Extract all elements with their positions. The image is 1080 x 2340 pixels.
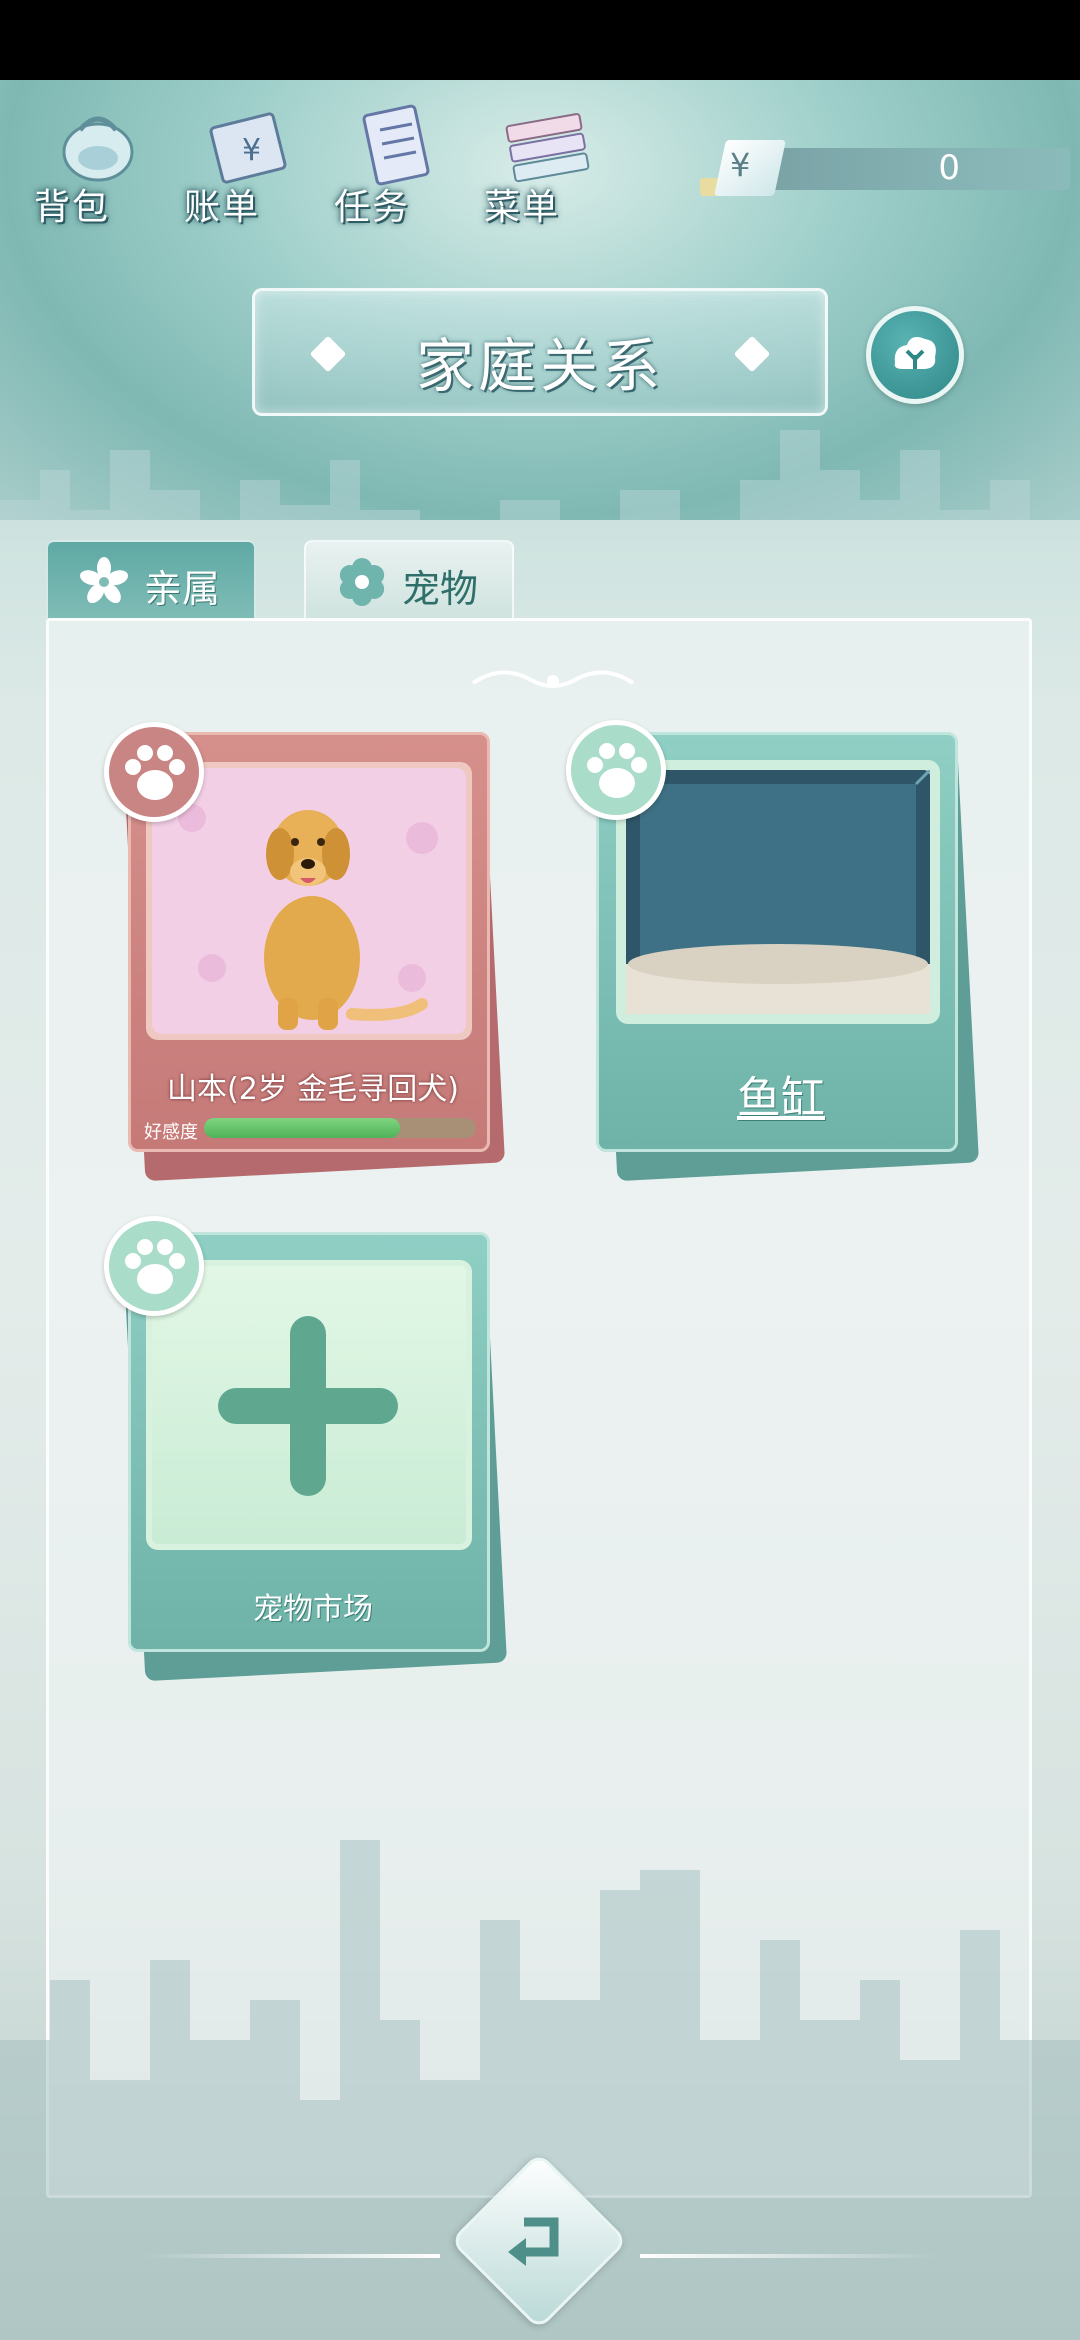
paw-icon [125, 1239, 185, 1294]
page-title: 家庭关系 [415, 332, 664, 400]
city-skyline-top [0, 430, 1080, 520]
menu-label: 菜单 [484, 187, 561, 228]
tab-relatives-label: 亲属 [144, 567, 221, 611]
menu-button[interactable]: 菜单 [470, 90, 610, 240]
return-arrow-icon [508, 2217, 559, 2266]
bill-icon: ¥ [209, 112, 287, 184]
golden-retriever-image [152, 768, 466, 1034]
task-button[interactable]: 任务 [320, 90, 460, 240]
currency-bar [770, 148, 1070, 190]
tab-pets-label: 宠物 [402, 567, 479, 611]
paw-badge [566, 720, 666, 820]
pet-card-dog[interactable]: 山本(2岁 金毛寻回犬) 好感度 [104, 722, 506, 1182]
fish-tank-frame [616, 760, 940, 1024]
task-label: 任务 [334, 187, 411, 228]
fish-tank-label: 鱼缸 [737, 1073, 825, 1124]
tab-relatives[interactable]: 亲属 [46, 540, 256, 618]
favor-bar [204, 1118, 476, 1138]
status-bar [0, 0, 1080, 80]
currency-value: 0 [938, 148, 960, 188]
tab-pets[interactable]: 宠物 [304, 540, 514, 618]
menu-icon [505, 113, 590, 183]
decorative-line-right [640, 2254, 940, 2258]
backpack-button[interactable]: 背包 [20, 90, 160, 240]
bill-label: 账单 [184, 187, 261, 228]
pet-card-fish-tank[interactable]: 鱼缸 [566, 720, 980, 1182]
backpack-label: 背包 [34, 187, 111, 228]
page-title-box: 家庭关系 [252, 288, 828, 416]
yen-icon: ¥ [730, 146, 751, 184]
sakura-icon [80, 557, 128, 604]
pet-name: 山本(2岁 金毛寻回犬) [166, 1072, 460, 1107]
pet-market-label: 宠物市场 [253, 1592, 373, 1627]
family-tree-button[interactable] [866, 306, 964, 404]
decorative-line-left [140, 2254, 440, 2258]
favor-bar-fill [204, 1118, 400, 1138]
backpack-icon [62, 116, 134, 182]
task-icon [362, 104, 430, 186]
paw-icon [125, 745, 185, 800]
pet-market-card[interactable]: 宠物市场 [104, 1216, 508, 1682]
paw-badge [104, 1216, 204, 1316]
plus-icon [218, 1316, 398, 1496]
fish-tank-image [624, 768, 932, 1014]
paw-badge [104, 722, 204, 822]
flower-icon [339, 558, 385, 606]
family-tree-icon [894, 337, 936, 369]
favor-label: 好感度 [144, 1122, 198, 1143]
paw-icon [587, 743, 647, 798]
ornament-divider [471, 670, 635, 688]
currency-display: ¥ 0 [700, 140, 1070, 196]
bill-button[interactable]: ¥ 账单 [170, 90, 310, 240]
svg-text:¥: ¥ [242, 133, 261, 168]
